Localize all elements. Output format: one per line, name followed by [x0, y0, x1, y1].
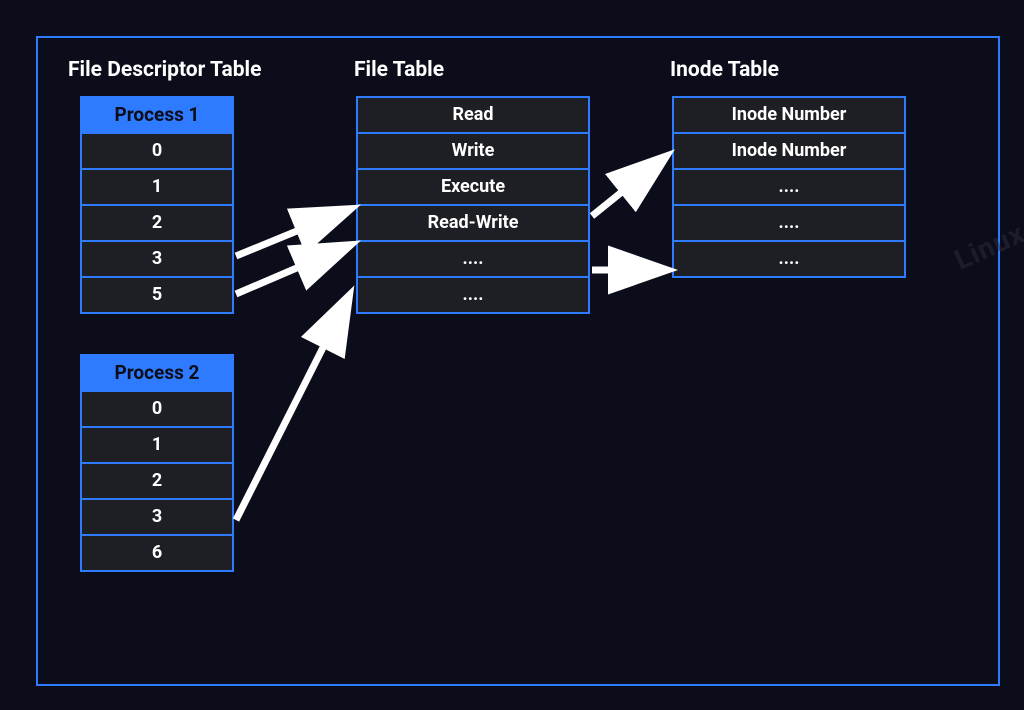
table-row: 0: [82, 134, 232, 170]
table-row: ....: [674, 206, 904, 242]
file-table-title: File Table: [354, 58, 444, 82]
process1-header: Process 1: [82, 98, 232, 134]
inode-table: Inode Number Inode Number .... .... ....: [672, 96, 906, 278]
table-row: 3: [82, 242, 232, 278]
table-row: Write: [358, 134, 588, 170]
table-row: ....: [674, 170, 904, 206]
table-row: 1: [82, 428, 232, 464]
table-row: 1: [82, 170, 232, 206]
table-row: 5: [82, 278, 232, 312]
table-row: 3: [82, 500, 232, 536]
inode-table-title: Inode Table: [670, 58, 779, 82]
process1-table: Process 1 0 1 2 3 5: [80, 96, 234, 314]
table-row: ....: [358, 242, 588, 278]
fd-table-title: File Descriptor Table: [68, 58, 261, 82]
file-table: Read Write Execute Read-Write .... ....: [356, 96, 590, 314]
process2-header: Process 2: [82, 356, 232, 392]
table-row: 6: [82, 536, 232, 570]
table-row: ....: [674, 242, 904, 276]
table-row: Read-Write: [358, 206, 588, 242]
table-row: 2: [82, 206, 232, 242]
process2-table: Process 2 0 1 2 3 6: [80, 354, 234, 572]
table-row: 2: [82, 464, 232, 500]
table-row: 0: [82, 392, 232, 428]
table-row: Inode Number: [674, 134, 904, 170]
table-row: Inode Number: [674, 98, 904, 134]
table-row: Read: [358, 98, 588, 134]
table-row: Execute: [358, 170, 588, 206]
table-row: ....: [358, 278, 588, 312]
